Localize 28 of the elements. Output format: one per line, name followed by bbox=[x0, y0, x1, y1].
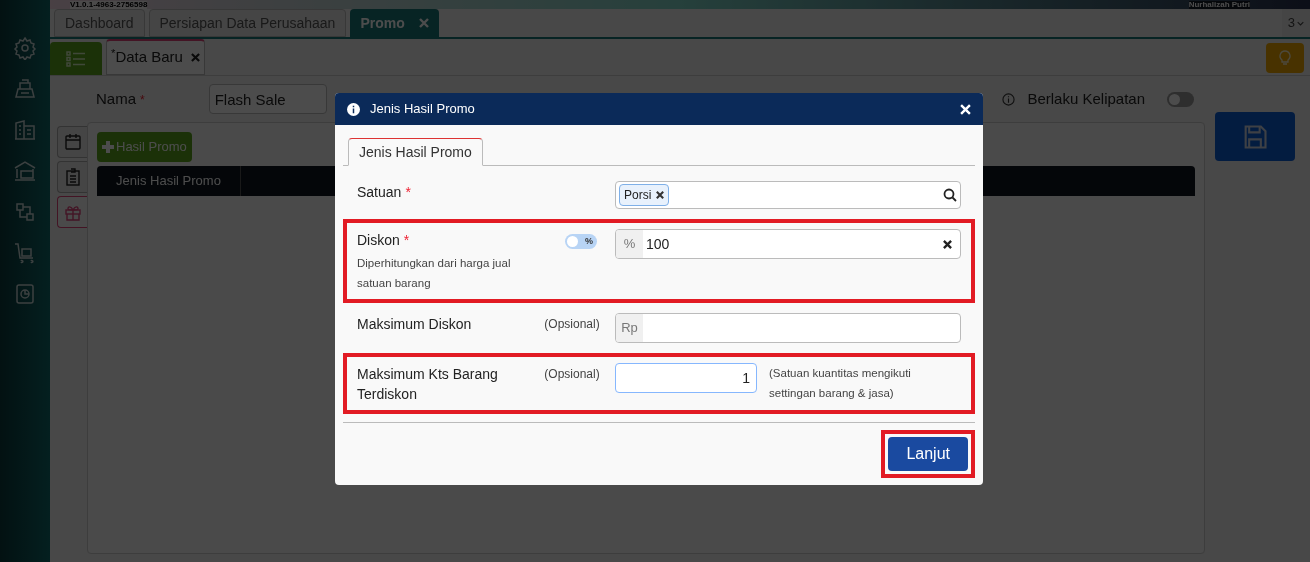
field-label: Maksimum Kts Barang Terdiskon bbox=[357, 365, 499, 404]
field-label: Nama * bbox=[96, 88, 145, 109]
tab[interactable]: Jenis Hasil Promo bbox=[348, 138, 483, 166]
field-label: Satuan * bbox=[357, 183, 412, 202]
dialog-title: Jenis Hasil Promo bbox=[370, 100, 475, 119]
tag-chip: Porsi bbox=[619, 184, 670, 206]
optional-label: (Opsional) bbox=[544, 316, 600, 333]
number-input[interactable]: 1 bbox=[615, 363, 757, 393]
tag-input[interactable]: Porsi bbox=[615, 181, 961, 209]
field-label: Berlaku Kelipatan bbox=[1027, 88, 1145, 109]
input-value: 100 bbox=[645, 234, 671, 254]
optional-label: (Opsional) bbox=[544, 366, 600, 383]
field-label: Diskon * bbox=[357, 231, 411, 250]
input-prefix: % bbox=[616, 230, 643, 258]
toggle-switch[interactable]: % bbox=[565, 234, 597, 249]
field-note: (Satuan kuantitas mengikuti settingan barang & jasa) bbox=[769, 366, 912, 401]
input-field[interactable]: Rp bbox=[615, 313, 961, 343]
close-icon bbox=[960, 103, 971, 115]
search-icon[interactable] bbox=[943, 188, 957, 202]
next-button[interactable]: Lanjut bbox=[888, 437, 968, 471]
close-button[interactable] bbox=[960, 103, 971, 115]
field-hint: Diperhitungkan dari harga jual satuan barang bbox=[357, 256, 512, 291]
info-icon bbox=[347, 102, 360, 116]
input-field[interactable]: % 100 bbox=[615, 229, 961, 259]
clear-icon[interactable] bbox=[943, 239, 952, 249]
remove-icon[interactable] bbox=[656, 191, 665, 199]
input-prefix: Rp bbox=[616, 314, 643, 342]
field-label: Maksimum Diskon bbox=[357, 315, 473, 334]
